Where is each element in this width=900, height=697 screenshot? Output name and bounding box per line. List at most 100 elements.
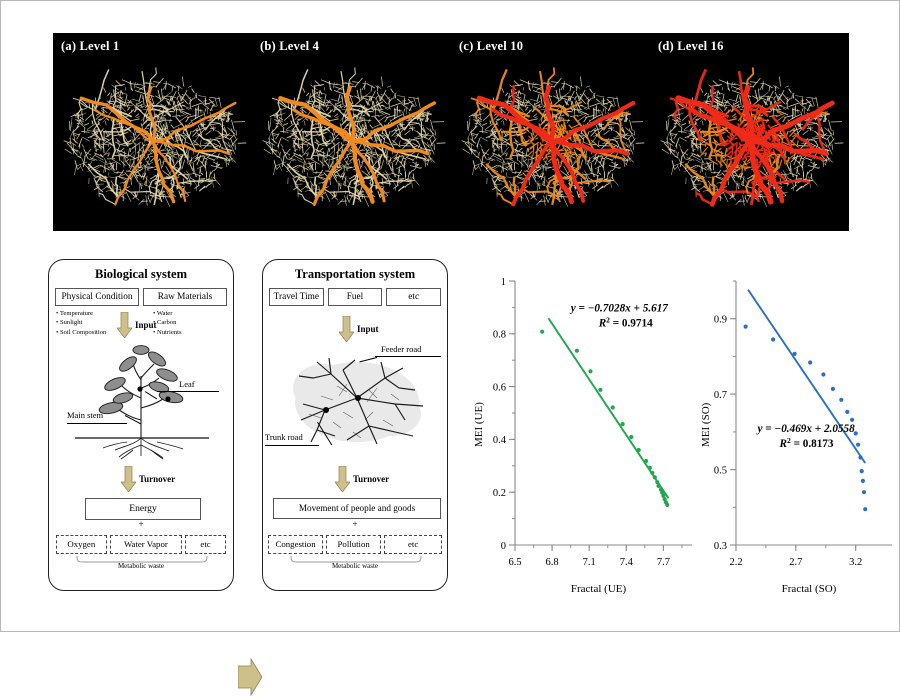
leaf-callout-line bbox=[157, 391, 219, 392]
data-point bbox=[839, 397, 844, 402]
input-physical-condition[interactable]: Physical Condition bbox=[55, 288, 139, 306]
biological-bullets-left: Temperature Sunlight Soil Composition bbox=[56, 309, 106, 337]
bullet-nutrients: Nutrients bbox=[153, 328, 182, 337]
data-point bbox=[656, 483, 661, 488]
biological-waste-row: Oxygen Water Vapor etc bbox=[56, 535, 226, 554]
figure-page: (a) Level 1 (b) Level 4 (c) Level 10 (d) Le… bbox=[0, 0, 900, 697]
leaf-callout-label: Leaf bbox=[179, 379, 195, 389]
data-point bbox=[620, 422, 625, 427]
biological-plus-sign: + bbox=[138, 519, 144, 529]
x-tick-label: 6.5 bbox=[508, 557, 521, 568]
biological-input-arrow-icon bbox=[117, 312, 132, 338]
y-tick-label: 0.9 bbox=[714, 315, 727, 326]
chart-svg-UE: 0 0.2 0.4 0.6 0.8 1 6.5 6.8 7.1 7.4 7.7 y = −0.7028… bbox=[469, 263, 694, 603]
waste-water-vapor[interactable]: Water Vapor bbox=[109, 535, 183, 554]
map-panel-label: (d) Level 16 bbox=[658, 39, 724, 53]
map-panel-level-1: (a) Level 1 bbox=[53, 33, 252, 231]
x-axis-label: Fractal (SO) bbox=[781, 583, 837, 595]
data-point bbox=[655, 480, 660, 485]
input-fuel[interactable]: Fuel bbox=[327, 288, 383, 306]
transportation-turnover-label: Turnover bbox=[353, 474, 390, 484]
x-tick-label: 7.4 bbox=[620, 557, 634, 568]
x-tick-label: 3.2 bbox=[849, 557, 862, 568]
x-tick-label: 6.8 bbox=[546, 557, 559, 568]
main-stem-callout-label: Main stem bbox=[67, 410, 104, 420]
data-point bbox=[856, 442, 861, 447]
y-tick-label: 0.2 bbox=[493, 488, 506, 499]
data-point bbox=[647, 465, 652, 470]
biological-inputs-row: Physical Condition Raw Materials bbox=[55, 288, 227, 306]
waste-etc[interactable]: etc bbox=[185, 535, 226, 554]
waste-congestion[interactable]: Congestion bbox=[268, 535, 324, 554]
chart-svg-SO: 0.3 0.5 0.7 0.9 2.2 2.7 3.2 y = −0.469x + 2.055… bbox=[696, 263, 894, 603]
data-point bbox=[644, 458, 649, 464]
scatter-chart-ue: 0 0.2 0.4 0.6 0.8 1 6.5 6.8 7.1 7.4 7.7 y = −0.7028… bbox=[469, 263, 694, 603]
input-etc[interactable]: etc bbox=[386, 288, 442, 306]
map-panel-level-4: (b) Level 4 bbox=[252, 33, 451, 231]
data-point bbox=[792, 351, 797, 356]
biological-bullets-right: Water Carbon Nutrients bbox=[153, 309, 182, 337]
map-panel-label: (c) Level 10 bbox=[459, 39, 524, 53]
data-point bbox=[859, 469, 864, 474]
feeder-road-callout-label: Feeder road bbox=[381, 344, 422, 354]
biological-turnover-arrow-icon bbox=[121, 466, 136, 492]
regression-equation: y = −0.7028x + 5.617 bbox=[569, 302, 669, 314]
transportation-waste-row: Congestion Pollution etc bbox=[268, 535, 442, 554]
trunk-road-node bbox=[323, 407, 329, 413]
bullet-sunlight: Sunlight bbox=[56, 318, 106, 327]
data-point bbox=[629, 434, 634, 440]
feeder-road-node bbox=[355, 395, 361, 401]
data-point bbox=[610, 405, 615, 410]
data-point bbox=[665, 502, 670, 507]
y-tick-label: 0.5 bbox=[714, 465, 727, 476]
data-point bbox=[808, 360, 813, 365]
data-point bbox=[588, 369, 593, 374]
data-point bbox=[540, 329, 545, 334]
data-point bbox=[861, 490, 867, 495]
bullet-carbon: Carbon bbox=[153, 318, 182, 327]
waste-oxygen[interactable]: Oxygen bbox=[56, 535, 107, 554]
biological-waste-label: Metabolic waste bbox=[117, 562, 165, 570]
data-point bbox=[598, 387, 603, 392]
data-point bbox=[650, 470, 655, 475]
data-point bbox=[743, 324, 748, 329]
data-point bbox=[830, 386, 835, 391]
y-tick-label: 0.6 bbox=[493, 382, 506, 393]
waste-pollution[interactable]: Pollution bbox=[326, 535, 382, 554]
leaf-tip-marker bbox=[165, 396, 171, 402]
r-squared-label: R2 = 0.8173 bbox=[779, 435, 834, 450]
y-tick-label: 0.4 bbox=[493, 435, 507, 446]
data-point bbox=[863, 507, 868, 512]
scatter-chart-so: 0.3 0.5 0.7 0.9 2.2 2.7 3.2 y = −0.469x + 2.055… bbox=[696, 263, 894, 603]
regression-equation: y = −0.469x + 2.0558 bbox=[756, 423, 856, 435]
data-point bbox=[845, 409, 850, 414]
map-panel-label: (b) Level 4 bbox=[260, 39, 320, 53]
transportation-output-box[interactable]: Movement of people and goods bbox=[273, 498, 441, 519]
data-point bbox=[636, 447, 641, 453]
bullet-soil-composition: Soil Composition bbox=[56, 328, 106, 337]
r-squared-label: R2 = 0.9714 bbox=[598, 315, 653, 330]
x-tick-label: 2.7 bbox=[789, 557, 802, 568]
biological-output-box[interactable]: Energy bbox=[85, 498, 201, 520]
biological-system-panel: Biological system Physical Condition Raw… bbox=[48, 259, 234, 591]
plant-illustration bbox=[75, 345, 209, 460]
leaf-node-marker bbox=[137, 386, 143, 392]
data-point bbox=[850, 417, 855, 422]
transportation-system-panel: Transportation system Travel Time Fuel e… bbox=[262, 259, 448, 591]
waste-etc-transport[interactable]: etc bbox=[384, 535, 442, 554]
input-travel-time[interactable]: Travel Time bbox=[269, 288, 324, 306]
biological-input-label: Input bbox=[135, 320, 157, 330]
data-point bbox=[652, 475, 657, 480]
bullet-water: Water bbox=[153, 309, 182, 318]
y-axis-label: MEI (UE) bbox=[473, 402, 485, 447]
bullet-temperature: Temperature bbox=[56, 309, 106, 318]
biological-system-title: Biological system bbox=[94, 267, 187, 281]
map-panel-level-16: (d) Level 16 bbox=[650, 33, 849, 231]
data-point bbox=[860, 478, 865, 483]
data-point bbox=[771, 337, 776, 342]
data-point bbox=[821, 372, 826, 377]
metabolism-analogy-diagram: Biological system Physical Condition Raw… bbox=[48, 259, 448, 697]
input-raw-materials[interactable]: Raw Materials bbox=[143, 288, 227, 306]
transportation-system-title: Transportation system bbox=[294, 267, 416, 281]
y-tick-label: 0.7 bbox=[714, 390, 727, 401]
